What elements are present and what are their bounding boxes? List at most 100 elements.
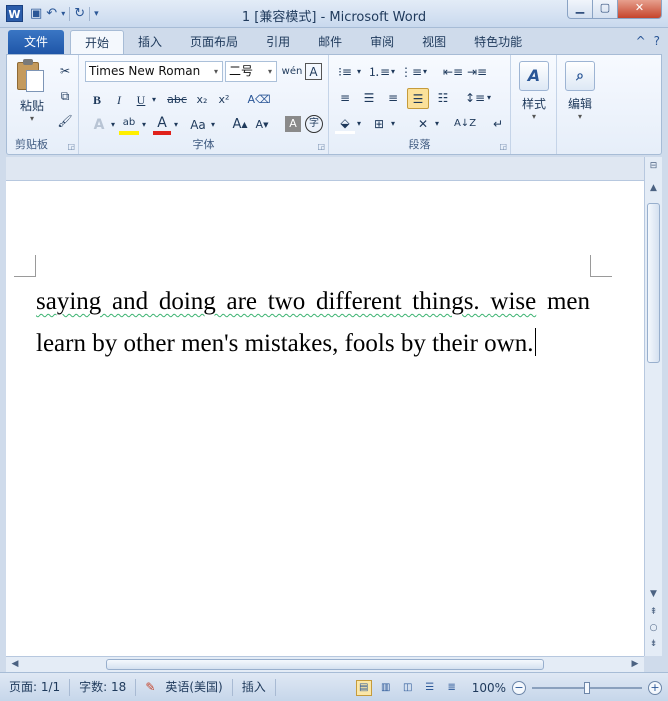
editing-dropdown-icon[interactable]: ▾ xyxy=(563,112,597,121)
vertical-scrollbar[interactable]: ⊟ ▲ ▼ ⇞ ○ ⇟ xyxy=(644,157,662,656)
cut-icon[interactable]: ✂ xyxy=(57,63,73,79)
distributed-icon[interactable]: ☷ xyxy=(433,89,453,107)
tab-special-features[interactable]: 特色功能 xyxy=(460,30,536,54)
font-name-dropdown-icon[interactable]: ▾ xyxy=(210,62,222,81)
font-size-combo[interactable]: 二号 ▾ xyxy=(225,61,277,82)
minimize-ribbon-icon[interactable]: ^ xyxy=(636,34,646,48)
word-count[interactable]: 字数: 18 xyxy=(70,678,137,696)
scroll-up-icon[interactable]: ▲ xyxy=(646,181,661,196)
shrink-font-icon[interactable]: A ▼ xyxy=(253,116,271,134)
character-shading-icon[interactable]: A xyxy=(285,116,301,132)
zoom-in-icon[interactable]: + xyxy=(648,680,662,695)
strikethrough-icon[interactable]: abc xyxy=(165,91,189,109)
previous-page-icon[interactable]: ⇞ xyxy=(646,605,661,620)
document-area[interactable]: saying and doing are two different thing… xyxy=(6,181,644,656)
zoom-out-icon[interactable]: − xyxy=(512,680,526,695)
copy-icon[interactable]: ⧉ xyxy=(57,88,73,104)
borders-dropdown-icon[interactable]: ▾ xyxy=(389,115,397,133)
tab-view[interactable]: 视图 xyxy=(408,30,460,54)
document-page[interactable]: saying and doing are two different thing… xyxy=(6,181,644,656)
change-case-dropdown-icon[interactable]: ▾ xyxy=(209,116,217,134)
clipboard-launcher-icon[interactable]: ◲ xyxy=(67,142,75,151)
change-case-icon[interactable]: Aa xyxy=(187,116,209,134)
tab-review[interactable]: 审阅 xyxy=(356,30,408,54)
increase-indent-icon[interactable]: ⇥≡ xyxy=(467,63,487,81)
tab-references[interactable]: 引用 xyxy=(252,30,304,54)
horizontal-scrollbar[interactable]: ◀ ▶ xyxy=(6,656,644,672)
bold-icon[interactable]: B xyxy=(89,91,105,109)
tab-file[interactable]: 文件 xyxy=(8,30,65,54)
shading-dropdown-icon[interactable]: ▾ xyxy=(355,115,363,133)
page-count[interactable]: 页面: 1/1 xyxy=(0,678,71,696)
tab-insert[interactable]: 插入 xyxy=(124,30,176,54)
text-effects-icon[interactable]: A xyxy=(89,116,109,134)
tab-home[interactable]: 开始 xyxy=(70,30,125,54)
select-browse-object-icon[interactable]: ○ xyxy=(646,621,661,636)
multilevel-list-icon[interactable]: ⋮≡ xyxy=(400,63,422,81)
subscript-icon[interactable]: x₂ xyxy=(193,91,211,109)
view-ruler-icon[interactable]: ⊟ xyxy=(646,159,661,174)
bullets-dropdown-icon[interactable]: ▾ xyxy=(355,63,363,81)
document-body-text[interactable]: saying and doing are two different thing… xyxy=(36,281,590,365)
justify-icon[interactable]: ☰ xyxy=(407,88,429,109)
maximize-button[interactable]: ▢ xyxy=(593,0,618,19)
tab-page-layout[interactable]: 页面布局 xyxy=(176,30,252,54)
outline-view-icon[interactable]: ☰ xyxy=(422,680,438,696)
highlight-icon[interactable]: ab xyxy=(119,115,139,135)
chinese-layout-icon[interactable]: ✕ xyxy=(413,115,433,133)
close-button[interactable]: ✕ xyxy=(618,0,662,19)
scroll-right-icon[interactable]: ▶ xyxy=(628,657,642,672)
paste-icon[interactable] xyxy=(15,59,47,93)
grow-font-icon[interactable]: A ▲ xyxy=(231,116,249,134)
align-center-icon[interactable]: ☰ xyxy=(359,89,379,107)
full-screen-reading-view-icon[interactable]: ▥ xyxy=(378,680,394,696)
paste-dropdown-icon[interactable]: ▾ xyxy=(11,114,53,123)
zoom-slider-knob[interactable] xyxy=(584,681,590,694)
styles-dropdown-icon[interactable]: ▾ xyxy=(517,112,551,121)
numbering-icon[interactable]: ⒈≡ xyxy=(368,63,390,81)
font-size-dropdown-icon[interactable]: ▾ xyxy=(264,62,276,81)
help-icon[interactable]: ? xyxy=(654,34,660,48)
numbering-dropdown-icon[interactable]: ▾ xyxy=(389,63,397,81)
chinese-layout-dropdown-icon[interactable]: ▾ xyxy=(433,115,441,133)
clear-formatting-icon[interactable]: A⌫ xyxy=(247,91,270,109)
paragraph-launcher-icon[interactable]: ◲ xyxy=(499,142,507,151)
borders-icon[interactable]: ⊞ xyxy=(369,115,389,133)
sort-icon[interactable]: A↓Z xyxy=(454,115,476,133)
minimize-button[interactable]: ▁ xyxy=(567,0,593,19)
multilevel-list-dropdown-icon[interactable]: ▾ xyxy=(421,63,429,81)
zoom-slider[interactable] xyxy=(532,680,642,696)
editing-button[interactable]: ⌕ 编辑 ▾ xyxy=(563,61,597,121)
scroll-down-icon[interactable]: ▼ xyxy=(646,587,661,602)
font-launcher-icon[interactable]: ◲ xyxy=(317,142,325,151)
font-name-combo[interactable]: Times New Roman ▾ xyxy=(85,61,223,82)
print-layout-view-icon[interactable]: ▤ xyxy=(355,679,372,696)
shading-icon[interactable]: ⬙ xyxy=(335,114,355,134)
character-border-icon[interactable]: A xyxy=(305,63,322,80)
decrease-indent-icon[interactable]: ⇤≡ xyxy=(443,63,463,81)
font-color-icon[interactable]: A xyxy=(153,115,171,135)
underline-icon[interactable]: U xyxy=(133,91,149,109)
highlight-dropdown-icon[interactable]: ▾ xyxy=(140,116,148,134)
font-color-dropdown-icon[interactable]: ▾ xyxy=(172,116,180,134)
line-spacing-dropdown-icon[interactable]: ▾ xyxy=(485,89,493,107)
phonetic-guide-icon[interactable]: wén xyxy=(282,63,303,81)
format-painter-icon[interactable]: 🖌 xyxy=(57,113,73,129)
insert-mode[interactable]: 插入 xyxy=(233,678,276,696)
text-effects-dropdown-icon[interactable]: ▾ xyxy=(109,116,117,134)
line-spacing-icon[interactable]: ↕≡ xyxy=(465,89,485,107)
show-formatting-marks-icon[interactable]: ↵ xyxy=(489,115,507,133)
next-page-icon[interactable]: ⇟ xyxy=(646,637,661,652)
superscript-icon[interactable]: x² xyxy=(215,91,233,109)
styles-button[interactable]: A 样式 ▾ xyxy=(517,61,551,121)
horizontal-scroll-thumb[interactable] xyxy=(106,659,544,670)
scroll-left-icon[interactable]: ◀ xyxy=(8,657,22,672)
tab-mailings[interactable]: 邮件 xyxy=(304,30,356,54)
web-layout-view-icon[interactable]: ◫ xyxy=(400,680,416,696)
underline-dropdown-icon[interactable]: ▾ xyxy=(149,91,159,109)
italic-icon[interactable]: I xyxy=(111,91,127,109)
bullets-icon[interactable]: ⁝≡ xyxy=(335,63,355,81)
enclose-characters-icon[interactable]: 字 xyxy=(305,115,323,133)
align-left-icon[interactable]: ≡ xyxy=(335,89,355,107)
draft-view-icon[interactable]: ≣ xyxy=(444,680,460,696)
